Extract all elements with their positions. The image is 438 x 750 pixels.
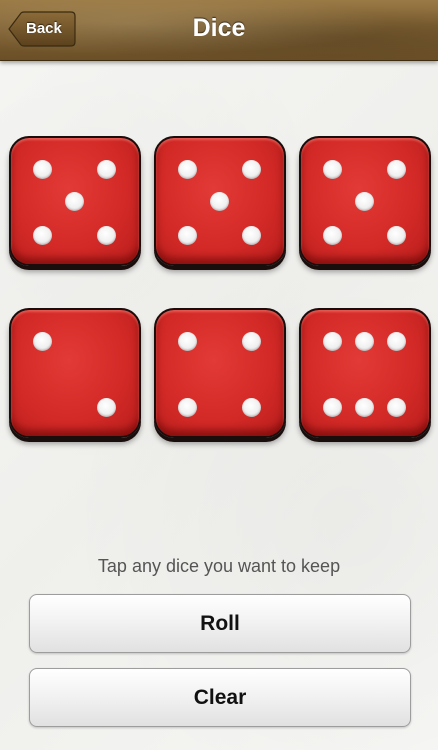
die-pip <box>242 226 261 245</box>
die-face <box>299 136 431 266</box>
die-pip <box>242 398 261 417</box>
die-pip <box>242 160 261 179</box>
die-3[interactable] <box>299 136 431 266</box>
die-pip <box>387 398 406 417</box>
die-6[interactable] <box>299 308 431 438</box>
die-pip <box>33 226 52 245</box>
die-pip <box>355 332 374 351</box>
die-pip <box>210 192 229 211</box>
die-pip <box>178 398 197 417</box>
die-pip <box>242 332 261 351</box>
roll-button[interactable]: Roll <box>29 594 411 653</box>
die-pip <box>178 226 197 245</box>
die-pip <box>323 398 342 417</box>
die-face <box>154 136 286 266</box>
die-pip <box>355 192 374 211</box>
navigation-bar: Back Dice <box>0 0 438 61</box>
back-button-label: Back <box>26 20 62 37</box>
clear-button[interactable]: Clear <box>29 668 411 727</box>
die-pip <box>178 160 197 179</box>
die-pip <box>323 332 342 351</box>
die-pip <box>323 160 342 179</box>
die-pip <box>387 226 406 245</box>
die-pip <box>65 192 84 211</box>
die-4[interactable] <box>9 308 141 438</box>
die-face <box>154 308 286 438</box>
die-pip <box>355 398 374 417</box>
die-pip <box>97 160 116 179</box>
die-2[interactable] <box>154 136 286 266</box>
die-face <box>9 136 141 266</box>
die-1[interactable] <box>9 136 141 266</box>
die-5[interactable] <box>154 308 286 438</box>
die-face <box>299 308 431 438</box>
instruction-text: Tap any dice you want to keep <box>97 556 341 576</box>
die-face <box>9 308 141 438</box>
die-pip <box>97 226 116 245</box>
die-pip <box>387 332 406 351</box>
die-pip <box>33 332 52 351</box>
die-pip <box>323 226 342 245</box>
die-pip <box>178 332 197 351</box>
die-pip <box>33 160 52 179</box>
die-pip <box>387 160 406 179</box>
back-button[interactable]: Back <box>8 11 76 47</box>
die-pip <box>97 398 116 417</box>
